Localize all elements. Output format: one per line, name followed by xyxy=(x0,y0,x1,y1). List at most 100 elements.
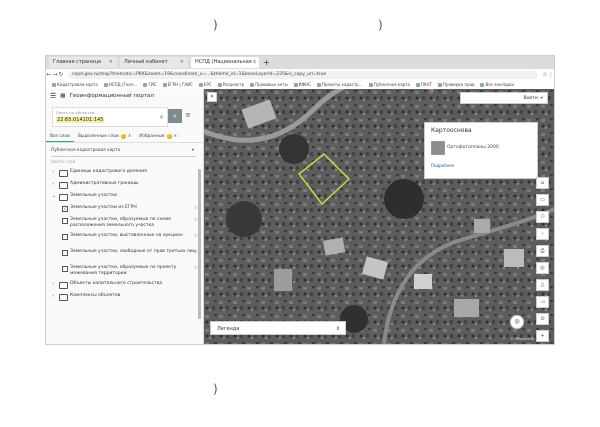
tab-label: Избранные xyxy=(139,134,165,139)
url-field[interactable]: nspd.gov.ru/map?thematic=PKK&zoom=19&coo… xyxy=(68,70,538,79)
bookmark[interactable]: Проверка прав xyxy=(438,82,474,87)
tab-label: Главная страница xyxy=(53,59,102,65)
chevron-down-icon[interactable]: ⌄ xyxy=(52,193,57,199)
tree-folder[interactable]: › Комплексы объектов xyxy=(52,293,202,305)
tree-layer[interactable]: ✓ Земельные участки из ЕГРН ☆ xyxy=(52,205,202,217)
legend-panel[interactable]: Легенда ⇕ xyxy=(210,321,346,335)
search-button[interactable]: ⌕ xyxy=(168,109,182,123)
print-icon[interactable]: ⎙ xyxy=(536,245,549,257)
folder-icon xyxy=(59,294,68,301)
bookmark[interactable]: Росреестр xyxy=(217,82,244,87)
scan-mark: ) xyxy=(378,18,383,32)
bookmark-label: НСПД (Геоп… xyxy=(108,82,138,87)
sidebar-scrollbar[interactable] xyxy=(198,169,201,319)
reload-icon[interactable]: ↻ xyxy=(58,71,64,78)
tree-label: Земельные участки xyxy=(70,193,117,198)
back-icon[interactable]: ‹ xyxy=(536,228,549,240)
collapse-sidebar-button[interactable]: « xyxy=(207,92,217,102)
search-value[interactable]: 22:65:014101:145 xyxy=(56,117,105,123)
bookmark[interactable]: ПКАТ xyxy=(416,82,432,87)
bookmark-label: ЕРС xyxy=(203,82,212,87)
chevron-right-icon[interactable]: › xyxy=(52,293,57,299)
bookmark[interactable]: ЕГРН | ГАИС xyxy=(162,82,193,87)
browser-tab-active[interactable]: НСПД (Национальная с× xyxy=(191,57,259,68)
chevron-right-icon[interactable]: › xyxy=(52,281,57,287)
measure-icon[interactable]: ⚇ xyxy=(536,211,549,223)
tab-label: Выделенные слои xyxy=(77,134,119,139)
tree-label: Земельные участки из ЕГРН xyxy=(70,205,137,210)
basemap-popup: Картооснова Ортофотопланы 2000 Подробнее xyxy=(424,122,538,179)
close-icon[interactable]: × xyxy=(258,57,259,68)
bookmark[interactable]: НСПД (Геоп… xyxy=(103,82,138,87)
filter-icon[interactable]: ≡ xyxy=(185,111,191,119)
search-placeholder: Поиск по объектам xyxy=(56,110,95,115)
tree-folder[interactable]: › Единицы кадастрового деления xyxy=(52,169,202,181)
bookmark[interactable]: Проекты кадастр… xyxy=(316,82,363,87)
geolocation-button[interactable]: ◎ xyxy=(510,315,524,329)
map-attribution: © Росреестр xyxy=(510,337,534,341)
new-tab-button[interactable]: + xyxy=(263,58,270,67)
tree-layer[interactable]: Земельные участки, образуемые по проекту… xyxy=(52,265,202,281)
browser-window: Главная страница × Личный кабинет × НСПД (… xyxy=(45,55,555,345)
chevron-down-icon: ▾ xyxy=(191,148,194,153)
legend-label: Легенда xyxy=(217,326,240,332)
menu-dots-icon[interactable]: ⋮ xyxy=(548,71,554,78)
close-icon[interactable]: × xyxy=(174,134,178,139)
zoom-in-icon[interactable]: + xyxy=(536,330,549,342)
bookmark[interactable]: Все закладки xyxy=(480,82,514,87)
bookmark[interactable]: Кадастровая карта xyxy=(52,82,98,87)
tree-folder[interactable]: ⌄ Земельные участки xyxy=(52,193,202,205)
bookmark-label: ЕГРН | ГАИС xyxy=(167,82,193,87)
home-icon[interactable]: ⌂ xyxy=(536,177,549,189)
layer-checkbox[interactable] xyxy=(62,218,68,224)
bookmark-label: ПКАТ xyxy=(421,82,433,87)
bookmark-label: Публичная карта xyxy=(373,82,410,87)
basemap-select[interactable]: Публичная кадастровая карта ▾ xyxy=(51,146,196,157)
layer-checkbox[interactable] xyxy=(62,234,68,240)
chevron-right-icon[interactable]: › xyxy=(52,181,57,187)
layer-checkbox[interactable] xyxy=(62,266,68,272)
tree-folder[interactable]: › Объекты капитального строительства xyxy=(52,281,202,293)
tree-folder[interactable]: › Административные границы xyxy=(52,181,202,193)
tree-label: Комплексы объектов xyxy=(70,293,121,298)
folder-icon xyxy=(59,170,68,177)
bookmark[interactable]: ИФНС xyxy=(293,82,311,87)
bookmark[interactable]: ГИС xyxy=(143,82,157,87)
layer-checkbox[interactable] xyxy=(62,250,68,256)
chevron-right-icon[interactable]: › xyxy=(52,169,57,175)
layer-search-input[interactable]: Найти слой xyxy=(51,159,75,164)
folder-icon xyxy=(59,194,68,201)
expand-icon[interactable]: ⇕ xyxy=(336,322,340,336)
tree-layer[interactable]: Земельные участки, свободные от прав тре… xyxy=(52,249,202,265)
navigate-icon[interactable]: △ xyxy=(536,279,549,291)
browser-tab[interactable]: Личный кабинет × xyxy=(120,57,188,68)
close-icon[interactable]: × xyxy=(109,57,113,68)
basemap-thumbnail[interactable] xyxy=(431,141,445,155)
tab-favorites[interactable]: Избранные 0 × xyxy=(135,131,181,142)
menu-icon[interactable]: ☰ xyxy=(50,92,56,100)
search-input[interactable]: Поиск по объектам 22:65:014101:145 × xyxy=(52,107,168,127)
more-link[interactable]: Подробнее xyxy=(431,163,454,168)
browser-tab[interactable]: Главная страница × xyxy=(49,57,117,68)
scan-mark: ) xyxy=(213,382,218,396)
tab-label: Личный кабинет xyxy=(124,59,168,65)
locate-icon[interactable]: ◎ xyxy=(536,262,549,274)
tree-layer[interactable]: Земельные участки, выставленные на аукци… xyxy=(52,233,202,249)
target-icon[interactable]: ⊙ xyxy=(536,313,549,325)
bookmark[interactable]: Публичная карта xyxy=(368,82,410,87)
count-badge: 0 xyxy=(166,134,172,139)
layers-icon[interactable]: ▭ xyxy=(536,194,549,206)
tab-selected-layers[interactable]: Выделенные слои 2 × xyxy=(74,131,136,142)
basemap-option[interactable]: Ортофотопланы 2000 xyxy=(447,145,499,150)
pan-icon[interactable]: ◅ xyxy=(536,296,549,308)
close-icon[interactable]: × xyxy=(180,57,184,68)
bookmark[interactable]: Правовые акты xyxy=(250,82,288,87)
bookmark[interactable]: ЕРС xyxy=(198,82,212,87)
layer-checkbox[interactable]: ✓ xyxy=(62,206,68,212)
close-icon[interactable]: × xyxy=(128,134,132,139)
tree-layer[interactable]: Земельные участки, образуемые по схеме р… xyxy=(52,217,202,233)
tab-all-layers[interactable]: Все слои xyxy=(46,131,74,142)
map-canvas[interactable]: « Войти ⇥ Картооснова Ортофотопланы 2000… xyxy=(204,89,554,344)
login-button[interactable]: Войти ⇥ xyxy=(460,92,548,104)
clear-icon[interactable]: × xyxy=(159,114,164,121)
